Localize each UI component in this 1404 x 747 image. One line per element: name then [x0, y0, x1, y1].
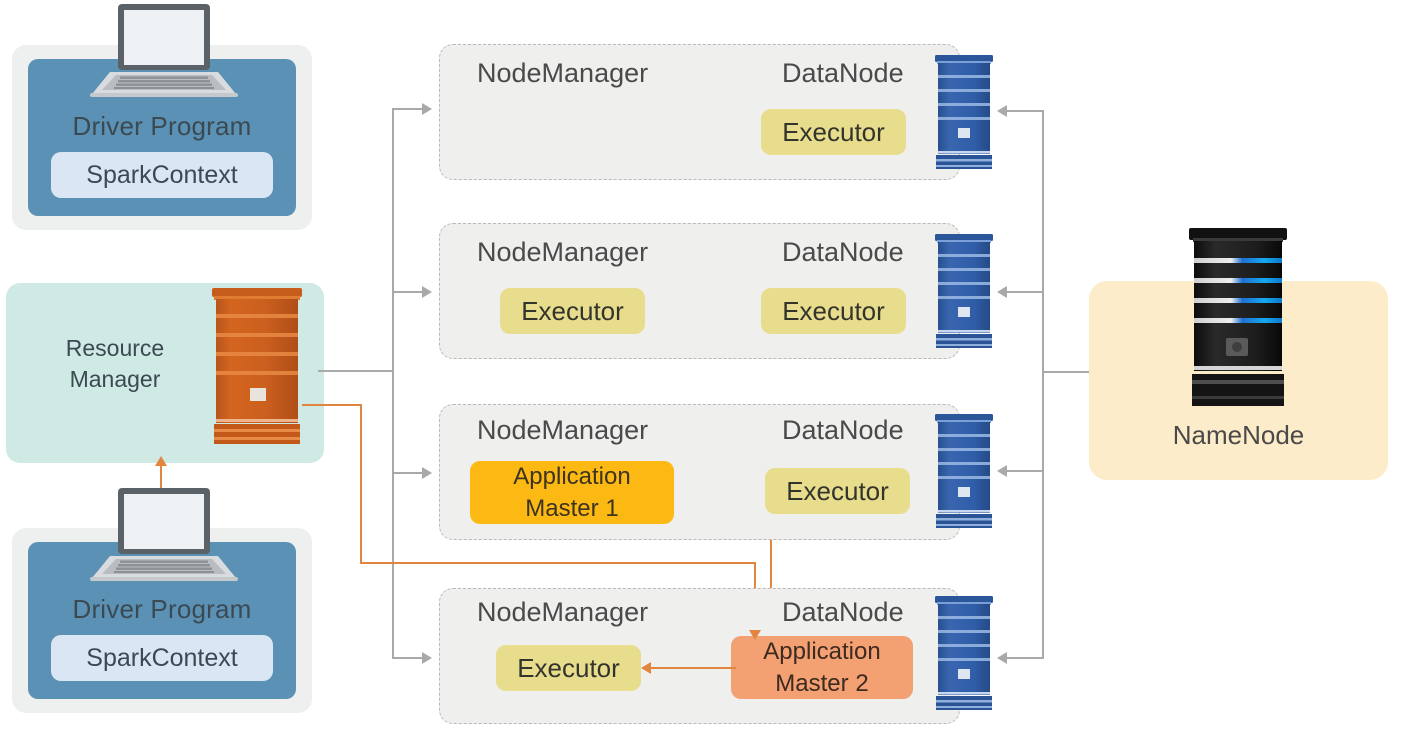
executor-block[interactable]: Executor — [496, 645, 641, 691]
executor-block[interactable]: Executor — [500, 288, 645, 334]
connector-driver-to-resourcemanager-arrowhead — [155, 456, 167, 466]
connector-rm-branch-4-arrowhead — [422, 652, 432, 664]
laptop-icon — [90, 486, 238, 582]
connector-rm-to-am2-seg3 — [360, 562, 756, 564]
connector-namenode-branch-4 — [1007, 657, 1043, 659]
driver-program-label: Driver Program — [72, 111, 252, 141]
diagram-canvas: Driver Program SparkContext Resource Man… — [0, 0, 1404, 747]
datanode-title: DataNode — [782, 597, 904, 627]
connector-namenode-branch-2-arrowhead — [997, 286, 1007, 298]
connector-rm-stub — [318, 370, 394, 372]
connector-namenode-branch-3-arrowhead — [997, 465, 1007, 477]
connector-rm-branch-3 — [392, 472, 424, 474]
namenode-label: NameNode — [1172, 420, 1305, 450]
server-tower-blue-icon — [934, 414, 994, 529]
nodemanager-title: NodeManager — [477, 237, 649, 267]
connector-namenode-branch-4-arrowhead — [997, 652, 1007, 664]
connector-am2-to-executor-left-arrowhead — [641, 662, 651, 674]
server-tower-orange-icon — [211, 288, 303, 446]
connector-rm-branch-1 — [392, 108, 424, 110]
nodemanager-title: NodeManager — [477, 597, 649, 627]
connector-namenode-bus — [1042, 110, 1044, 659]
connector-rm-branch-3-arrowhead — [422, 467, 432, 479]
sparkcontext-block[interactable]: SparkContext — [51, 635, 273, 681]
sparkcontext-block[interactable]: SparkContext — [51, 152, 273, 198]
driver-program-label: Driver Program — [72, 594, 252, 624]
connector-namenode-branch-2 — [1007, 291, 1043, 293]
connector-rm-to-am2-seg1 — [302, 404, 362, 406]
resource-manager-label: Resource Manager — [65, 335, 165, 392]
executor-block[interactable]: Executor — [761, 288, 906, 334]
connector-namenode-branch-1 — [1007, 110, 1043, 112]
application-master-2-block[interactable]: Application Master 2 — [731, 636, 913, 699]
connector-rm-bus — [392, 108, 394, 659]
laptop-icon — [90, 2, 238, 98]
connector-rm-to-am2-seg2 — [360, 404, 362, 564]
application-master-1-block[interactable]: Application Master 1 — [470, 461, 674, 524]
server-tower-blue-icon — [934, 55, 994, 170]
connector-rm-branch-2 — [392, 291, 424, 293]
connector-rm-branch-4 — [392, 657, 424, 659]
connector-namenode-branch-3 — [1007, 470, 1043, 472]
datanode-title: DataNode — [782, 237, 904, 267]
server-tower-blue-icon — [934, 234, 994, 349]
connector-rm-to-am2-arrowhead — [749, 630, 761, 640]
executor-block[interactable]: Executor — [761, 109, 906, 155]
datanode-title: DataNode — [782, 415, 904, 445]
server-tower-black-icon — [1186, 228, 1290, 411]
server-tower-blue-icon — [934, 596, 994, 711]
connector-namenode-stub — [1042, 371, 1090, 373]
connector-rm-branch-2-arrowhead — [422, 286, 432, 298]
executor-block[interactable]: Executor — [765, 468, 910, 514]
connector-namenode-branch-1-arrowhead — [997, 105, 1007, 117]
nodemanager-title: NodeManager — [477, 415, 649, 445]
connector-rm-branch-1-arrowhead — [422, 103, 432, 115]
connector-am2-to-executor-left — [651, 667, 736, 669]
nodemanager-title: NodeManager — [477, 58, 649, 88]
datanode-title: DataNode — [782, 58, 904, 88]
